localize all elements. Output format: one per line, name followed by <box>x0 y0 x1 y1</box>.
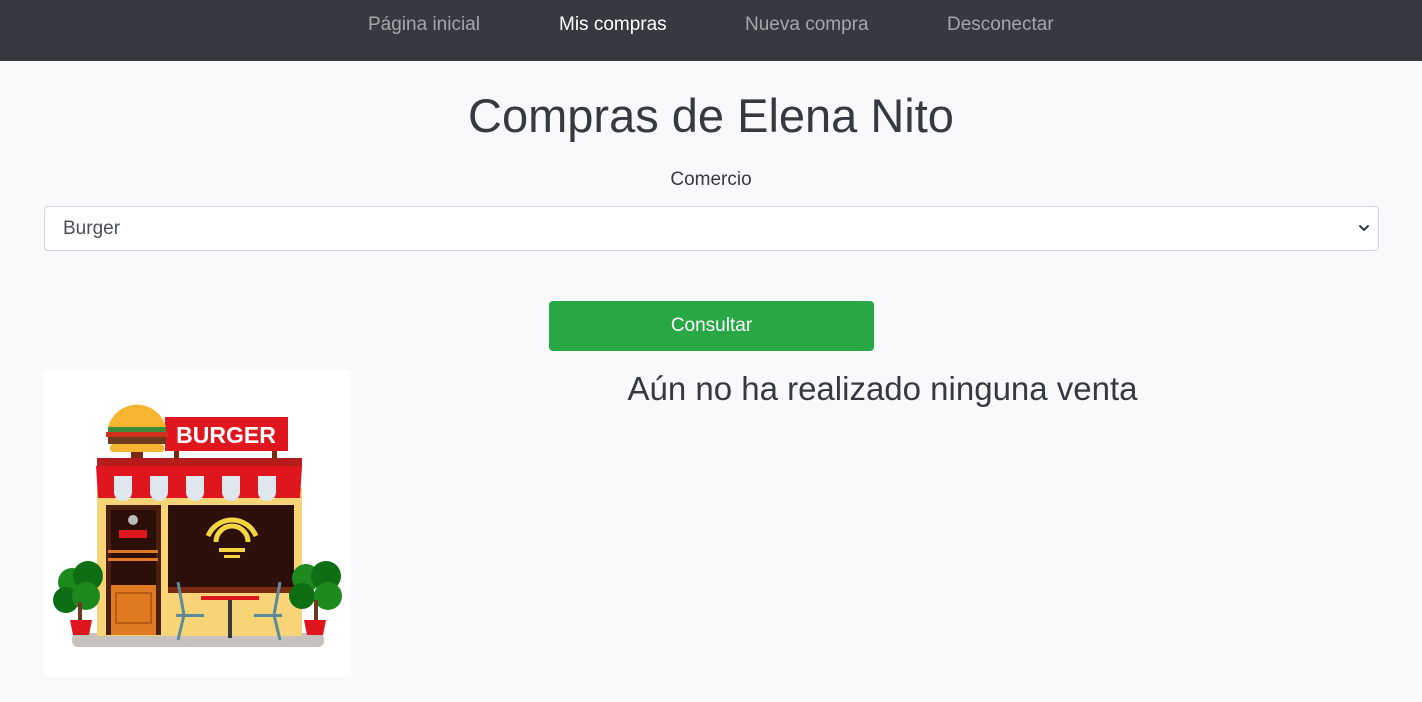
chevron-down-icon <box>1359 225 1369 231</box>
burger-shop-image: BURGER <box>44 370 351 677</box>
shop-select[interactable]: Burger <box>44 206 1379 251</box>
nav-link-my-purchases[interactable]: Mis compras <box>559 14 667 36</box>
no-sales-message: Aún no ha realizado ninguna venta <box>627 370 1138 407</box>
nav-link-home[interactable]: Página inicial <box>368 14 480 36</box>
consult-button[interactable]: Consultar <box>549 301 874 351</box>
top-navbar: Página inicial Mis compras Nueva compra … <box>0 0 1422 61</box>
nav-link-logout[interactable]: Desconectar <box>947 14 1054 36</box>
burger-sign-text: BURGER <box>176 422 276 448</box>
burger-shop-illustration: BURGER <box>53 404 342 647</box>
nav-link-new-purchase[interactable]: Nueva compra <box>745 14 869 36</box>
page-title: Compras de Elena Nito <box>468 89 954 142</box>
shop-select-value: Burger <box>63 218 121 239</box>
shop-select-label: Comercio <box>670 169 752 190</box>
